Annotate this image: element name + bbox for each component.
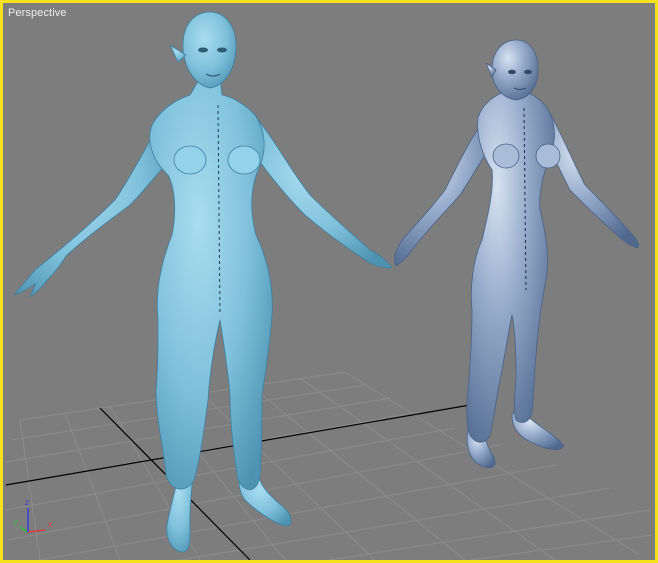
- female-body-model-smooth[interactable]: [13, 11, 393, 553]
- female-body-model-shaded[interactable]: [394, 39, 639, 469]
- viewport-label[interactable]: Perspective: [8, 7, 67, 19]
- home-grid: [5, 371, 653, 560]
- axis-y-label: y: [14, 517, 18, 526]
- viewport-scene: x y z: [5, 11, 653, 560]
- axis-x-label: x: [48, 520, 52, 529]
- perspective-viewport[interactable]: Perspective x y z: [0, 0, 658, 563]
- axis-z-label: z: [25, 498, 29, 507]
